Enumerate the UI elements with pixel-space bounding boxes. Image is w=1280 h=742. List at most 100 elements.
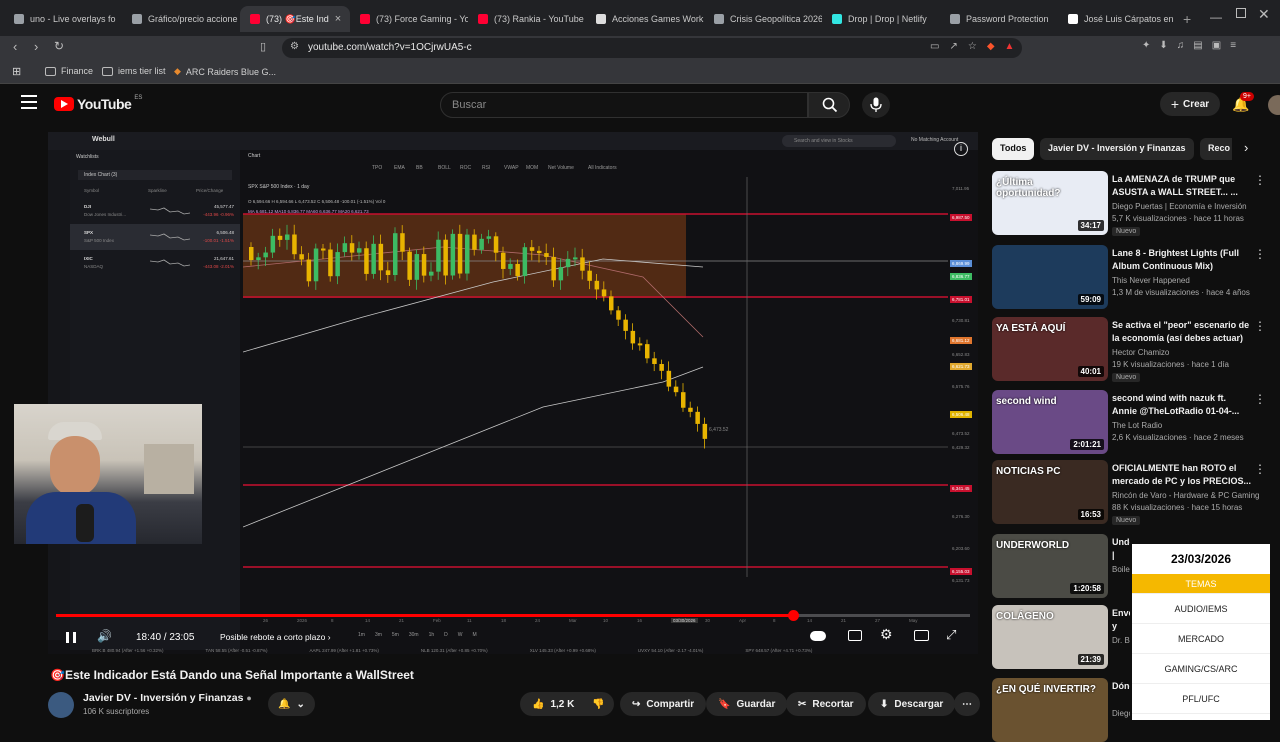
indicator-button[interactable]: RSI <box>482 165 490 171</box>
timeframe-button[interactable]: 3m <box>375 632 382 638</box>
browser-tab[interactable]: (73) Rankia - YouTube <box>468 6 586 32</box>
search-input[interactable]: Buscar <box>440 92 808 118</box>
subtitles-icon[interactable] <box>848 630 862 641</box>
volume-icon[interactable]: 🔊 <box>97 629 112 643</box>
download-button[interactable]: ⬇ Descargar <box>868 692 956 716</box>
video-thumbnail[interactable]: COLÁGENO 21:39 <box>992 605 1108 669</box>
indicator-button[interactable]: EMA <box>394 165 405 171</box>
recommendation-item[interactable]: NOTICIAS PC 16:53 OFICIALMENTE han ROTO el… <box>992 460 1274 525</box>
media-icon[interactable]: ♫ <box>1177 40 1194 51</box>
recommendation-item[interactable]: YA ESTÁ AQUÍ 40:01 Se activa el "peor" esc… <box>992 317 1274 382</box>
more-options-icon[interactable]: ⋮ <box>1254 173 1266 187</box>
timeframe-button[interactable]: 5m <box>392 632 399 638</box>
timeframe-button[interactable]: 1m <box>358 632 365 638</box>
video-thumbnail[interactable]: ¿Última oportunidad? 34:17 <box>992 171 1108 235</box>
indicator-button[interactable]: ROC <box>460 165 471 171</box>
timeframe-button[interactable]: 30m <box>409 632 419 638</box>
more-options-icon[interactable]: ⋮ <box>1254 392 1266 406</box>
indicator-button[interactable]: BB <box>416 165 423 171</box>
bookmark-finance[interactable]: Finance <box>45 66 93 76</box>
bookmark-arc-raiders[interactable]: ◆ ARC Raiders Blue G... <box>174 66 276 77</box>
sidebar-icon[interactable]: ▤ <box>1193 40 1211 51</box>
chapter-title[interactable]: Posible rebote a corto plazo › <box>220 632 331 642</box>
chip-all[interactable]: Todos <box>992 138 1035 160</box>
video-thumbnail[interactable]: YA ESTÁ AQUÍ 40:01 <box>992 317 1108 381</box>
browser-tab[interactable]: Gráfico/precio accione <box>122 6 240 32</box>
bookmark-iems[interactable]: iems tier list <box>102 66 166 76</box>
indicator-button[interactable]: BOLL <box>438 165 451 171</box>
autoplay-toggle[interactable] <box>810 631 826 641</box>
chapter-item[interactable]: MERCADO <box>1132 624 1270 654</box>
video-thumbnail[interactable]: NOTICIAS PC 16:53 <box>992 460 1108 524</box>
theater-mode-icon[interactable] <box>914 630 929 641</box>
minimize-icon[interactable]: — <box>1210 10 1222 24</box>
info-icon[interactable]: i <box>954 142 968 156</box>
wallet-icon[interactable]: ▣ <box>1212 40 1230 51</box>
back-icon[interactable]: ‹ <box>13 39 17 54</box>
chapter-item[interactable]: TEMAS <box>1132 574 1270 594</box>
chapter-item[interactable]: GAMING/CS/ARC <box>1132 654 1270 684</box>
chips-next-icon[interactable]: › <box>1244 140 1248 155</box>
recommendation-title[interactable]: Underworld | Boiler Room: London <box>1112 536 1130 563</box>
more-options-icon[interactable]: ⋮ <box>1254 247 1266 261</box>
recommendation-title[interactable]: OFICIALMENTE han ROTO el mercado de PC y… <box>1112 462 1252 488</box>
indicator-button[interactable]: MOM <box>526 165 538 171</box>
share-icon[interactable]: ↗ <box>949 41 967 52</box>
indicator-button[interactable]: TPO <box>372 165 382 171</box>
close-tab-icon[interactable]: × <box>335 13 341 25</box>
pause-button[interactable] <box>66 632 76 643</box>
progress-scrubber[interactable] <box>787 610 799 621</box>
star-icon[interactable]: ☆ <box>968 41 987 52</box>
chapter-item[interactable]: AUDIO/IEMS <box>1132 594 1270 624</box>
more-options-icon[interactable]: ⋮ <box>1254 462 1266 476</box>
video-thumbnail[interactable]: second wind 2:01:21 <box>992 390 1108 454</box>
notifications-button[interactable]: 🔔 9+ <box>1232 92 1254 114</box>
timeframe-button[interactable]: M <box>473 632 477 638</box>
indicator-button[interactable]: Net Volume <box>548 165 574 171</box>
dislike-button[interactable]: 👎 <box>584 692 614 716</box>
clip-button[interactable]: ✂ Recortar <box>786 692 866 716</box>
share-button[interactable]: ↪ Compartir <box>620 692 707 716</box>
site-info-icon[interactable]: ⚙ <box>290 41 299 52</box>
recommendation-channel[interactable]: This Never Happened <box>1112 276 1190 285</box>
video-player[interactable]: Webull Search and view in Stocks No Matc… <box>48 132 978 654</box>
timeframe-button[interactable]: D <box>444 632 448 638</box>
chip-recommended[interactable]: Reco <box>1200 138 1232 160</box>
url-bar[interactable]: ⚙ youtube.com/watch?v=1OCjrwUA5-c <box>282 38 1022 58</box>
channel-avatar[interactable] <box>48 692 74 718</box>
close-window-icon[interactable]: ✕ <box>1258 6 1270 23</box>
recommendation-title[interactable]: Se activa el "peor" escenario de la econ… <box>1112 319 1252 345</box>
browser-tab[interactable]: uno - Live overlays fo <box>4 6 122 32</box>
new-tab-icon[interactable]: + <box>1183 11 1191 27</box>
more-options-icon[interactable]: ⋮ <box>1254 319 1266 333</box>
browser-tab[interactable]: Drop | Drop | Netlify <box>822 6 940 32</box>
search-button[interactable] <box>808 92 850 118</box>
forward-icon[interactable]: › <box>34 39 38 54</box>
bookmark-star-icon[interactable]: ▯ <box>260 40 266 53</box>
youtube-logo[interactable]: YouTube ES <box>54 95 142 112</box>
recommendation-title[interactable]: Dónde... <box>1112 680 1130 693</box>
downloads-icon[interactable]: ⬇ <box>1159 40 1176 51</box>
recommendation-channel[interactable]: Diego Puertas | Economía e Inversión <box>1112 202 1247 211</box>
browser-tab[interactable]: José Luis Cárpatos en <box>1058 6 1176 32</box>
recommendation-title[interactable]: Lane 8 - Brightest Lights (Full Album Co… <box>1112 247 1252 273</box>
hamburger-menu-icon[interactable] <box>21 95 37 109</box>
extensions-icon[interactable]: ✦ <box>1142 40 1159 51</box>
recommendation-channel[interactable]: Dr. Bo <box>1112 636 1130 645</box>
settings-icon[interactable]: ⚙ <box>880 626 893 643</box>
watchlist-row[interactable]: DJI Dow Jones Industri... 45,577.47 -443.96… <box>70 198 240 224</box>
recommendation-channel[interactable]: Rincón de Varo - Hardware & PC Gaming <box>1112 491 1259 500</box>
timeframe-button[interactable]: W <box>458 632 463 638</box>
video-thumbnail[interactable]: UNDERWORLD 1:20:58 <box>992 534 1108 598</box>
progress-bar[interactable] <box>56 610 970 621</box>
chapter-item[interactable]: PFL/UFC <box>1132 684 1270 714</box>
recommendation-title[interactable]: Envejecimiento y Colá... <box>1112 607 1130 634</box>
maximize-icon[interactable] <box>1236 8 1246 18</box>
recommendation-item[interactable]: second wind 2:01:21 second wind with nazuk… <box>992 390 1274 454</box>
subscribed-button[interactable]: 🔔 ⌄ <box>268 692 315 716</box>
menu-icon[interactable]: ≡ <box>1230 40 1245 51</box>
recommendation-item[interactable]: 59:09 Lane 8 - Brightest Lights (Full Alb… <box>992 245 1274 309</box>
chip-channel[interactable]: Javier DV - Inversión y Finanzas <box>1040 138 1194 160</box>
fullscreen-icon[interactable]: ⤢ <box>946 627 956 643</box>
cast-icon[interactable]: ▭ <box>930 41 949 52</box>
